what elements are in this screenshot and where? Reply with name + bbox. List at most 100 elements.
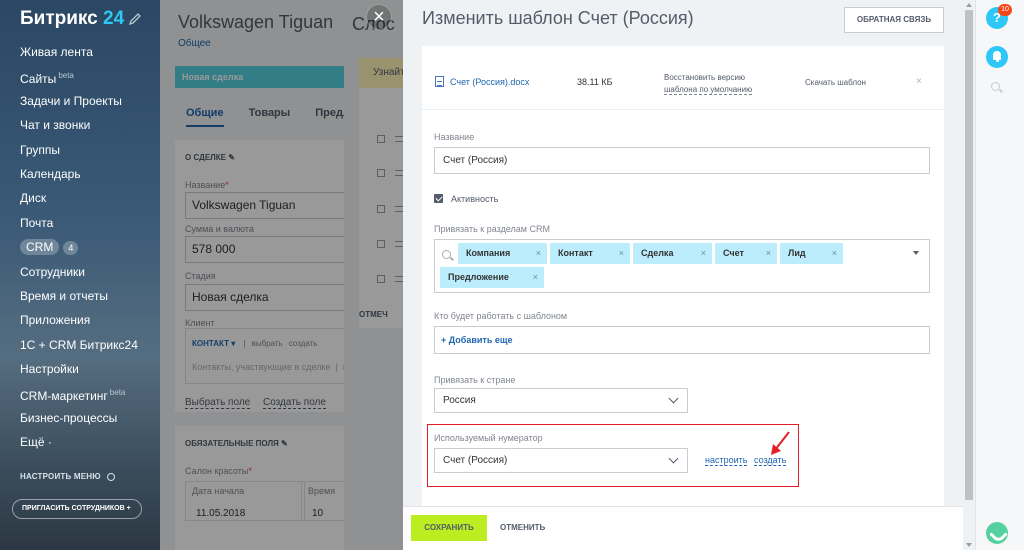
nav-item-time-reports[interactable]: Время и отчеты xyxy=(0,284,160,308)
nav-item-employees[interactable]: Сотрудники xyxy=(0,260,160,284)
crm-sections-selector[interactable]: Компания × Контакт × Сделка × Счет × Лид × Пр… xyxy=(434,239,930,293)
crm-sections-label: Привязать к разделам CRM xyxy=(434,224,550,234)
nav-item-mail[interactable]: Почта xyxy=(0,211,160,235)
add-more-button[interactable]: + Добавить еще xyxy=(434,326,930,354)
help-counter-badge: 10 xyxy=(998,4,1012,16)
nav-label: Диск xyxy=(20,191,47,206)
template-name-input[interactable]: Счет (Россия) xyxy=(434,147,930,174)
template-form: Счет (Россия).docx 38.11 КБ Восстановить… xyxy=(422,46,944,506)
active-label[interactable]: Активность xyxy=(451,194,498,204)
nav-label: CRM xyxy=(20,239,60,256)
tag-proposal: Предложение × xyxy=(440,267,544,288)
chevron-down-icon xyxy=(668,393,679,404)
template-file-link[interactable]: Счет (Россия).docx xyxy=(450,77,529,87)
phone-icon[interactable] xyxy=(986,522,1008,544)
bell-icon[interactable] xyxy=(986,46,1008,68)
close-icon: × xyxy=(373,6,385,28)
crm-counter-badge: 4 xyxy=(63,241,79,256)
remove-tag-icon[interactable]: × xyxy=(533,267,538,288)
gear-icon xyxy=(106,472,115,481)
nav-item-settings[interactable]: Настройки xyxy=(0,357,160,381)
restore-default-link[interactable]: Восстановить версию шаблона по умолчанию xyxy=(664,72,753,96)
nav-item-disk[interactable]: Диск xyxy=(0,186,160,210)
nav-label: CRM-маркетинг xyxy=(20,389,108,404)
nav-label: Ещё · xyxy=(20,435,52,450)
red-arrow-annotation-icon xyxy=(771,431,790,455)
remove-tag-icon[interactable]: × xyxy=(536,243,541,264)
nav-item-crm[interactable]: CRM 4 xyxy=(0,235,160,259)
left-sidebar: Битрикс 24 Живая лента Сайты beta Задачи … xyxy=(0,0,160,550)
nav-item-more[interactable]: Ещё · xyxy=(0,430,160,454)
save-button[interactable]: СОХРАНИТЬ xyxy=(411,515,487,541)
remove-tag-icon[interactable]: × xyxy=(832,243,837,264)
nav-item-sites[interactable]: Сайты beta xyxy=(0,64,160,88)
remove-tag-icon[interactable]: × xyxy=(701,243,706,264)
remove-tag-icon[interactable]: × xyxy=(766,243,771,264)
tag-invoice: Счет × xyxy=(715,243,777,264)
panel-footer: СОХРАНИТЬ ОТМЕНИТЬ xyxy=(403,506,963,550)
invite-employees-button[interactable]: ПРИГЛАСИТЬ СОТРУДНИКОВ + xyxy=(12,499,142,519)
nav-label: Задачи и Проекты xyxy=(20,93,122,108)
logo-main-text: Битрикс xyxy=(20,8,98,29)
close-slider-button[interactable]: × xyxy=(366,4,392,30)
nav-item-business-processes[interactable]: Бизнес-процессы xyxy=(0,406,160,430)
tag-deal: Сделка × xyxy=(633,243,712,264)
tag-company: Компания × xyxy=(458,243,547,264)
nav-label: Время и отчеты xyxy=(20,288,109,303)
nav-item-apps[interactable]: Приложения xyxy=(0,308,160,332)
tag-contact: Контакт × xyxy=(550,243,630,264)
active-checkbox[interactable] xyxy=(434,194,443,203)
configure-numerator-link[interactable]: настроить xyxy=(705,455,748,466)
nav-label: 1С + CRM Битрикс24 xyxy=(20,337,138,352)
country-value: Россия xyxy=(443,395,476,406)
nav-item-groups[interactable]: Группы xyxy=(0,138,160,162)
overlay-dim[interactable] xyxy=(344,0,403,550)
search-icon xyxy=(442,250,451,259)
bitrix24-logo[interactable]: Битрикс 24 xyxy=(20,8,124,30)
nav-label: Бизнес-процессы xyxy=(20,410,118,425)
chevron-down-icon xyxy=(668,453,679,464)
scroll-thumb[interactable] xyxy=(965,10,973,500)
nav-label: Календарь xyxy=(20,166,81,181)
search-icon[interactable] xyxy=(991,82,1000,91)
restore-line: шаблона по умолчанию xyxy=(664,85,753,95)
edit-pencil-icon[interactable] xyxy=(128,12,142,26)
restore-line: Восстановить версию xyxy=(664,73,745,82)
nav-item-tasks[interactable]: Задачи и Проекты xyxy=(0,89,160,113)
scroll-up-arrow-icon[interactable] xyxy=(966,3,972,7)
nav-item-1c-crm[interactable]: 1С + CRM Битрикс24 xyxy=(0,333,160,357)
country-select[interactable]: Россия xyxy=(434,388,688,413)
nav-label: Настройки xyxy=(20,362,79,377)
panel-scrollbar[interactable] xyxy=(963,0,975,550)
numerator-select[interactable]: Счет (Россия) xyxy=(434,448,688,473)
users-label: Кто будет работать с шаблоном xyxy=(434,311,568,321)
nav-label: Сайты xyxy=(20,72,57,87)
download-template-link[interactable]: Скачать шаблон xyxy=(805,78,866,87)
scroll-down-arrow-icon[interactable] xyxy=(966,543,972,547)
right-rail: ? 10 xyxy=(975,0,1024,550)
dropdown-caret-icon[interactable] xyxy=(913,251,919,255)
numerator-value: Счет (Россия) xyxy=(443,455,508,466)
template-file-row: Счет (Россия).docx 38.11 КБ Восстановить… xyxy=(422,46,944,110)
nav-label: Чат и звонки xyxy=(20,118,91,133)
document-icon xyxy=(435,76,444,87)
nav-item-chat[interactable]: Чат и звонки xyxy=(0,113,160,137)
remove-file-icon[interactable]: × xyxy=(916,76,922,87)
remove-tag-icon[interactable]: × xyxy=(619,243,624,264)
nav-item-crm-marketing[interactable]: CRM-маркетинг beta xyxy=(0,381,160,405)
nav-label: Живая лента xyxy=(20,45,93,59)
nav-label: Почта xyxy=(20,215,54,230)
feedback-button[interactable]: ОБРАТНАЯ СВЯЗЬ xyxy=(844,7,944,33)
beta-badge: beta xyxy=(58,71,74,81)
nav-label: Группы xyxy=(20,142,60,157)
main-nav: Живая лента Сайты beta Задачи и Проекты Ч… xyxy=(0,40,160,455)
name-label: Название xyxy=(434,132,475,142)
configure-menu-button[interactable]: НАСТРОИТЬ МЕНЮ xyxy=(20,472,115,481)
file-size: 38.11 КБ xyxy=(577,77,613,87)
configure-menu-label: НАСТРОИТЬ МЕНЮ xyxy=(20,472,101,481)
cancel-button[interactable]: ОТМЕНИТЬ xyxy=(500,515,545,541)
nav-item-calendar[interactable]: Календарь xyxy=(0,162,160,186)
nav-item-live-feed[interactable]: Живая лента xyxy=(0,40,160,64)
numerator-label: Используемый нумератор xyxy=(434,433,543,443)
nav-label: Сотрудники xyxy=(20,264,85,279)
